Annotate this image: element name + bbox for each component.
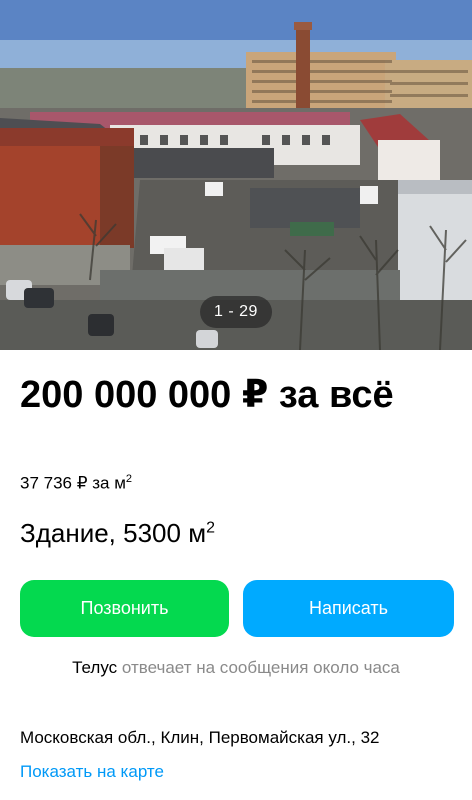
seller-reply-note: Телус отвечает на сообщения около часа [0, 658, 472, 678]
call-button[interactable]: Позвонить [20, 580, 229, 637]
price: 200 000 000 ₽ за всё [20, 374, 394, 416]
price-per-m2-unit-sup: 2 [125, 473, 133, 485]
photo-counter: 1 - 29 [200, 296, 272, 328]
photo-gallery[interactable]: 1 - 29 [0, 0, 472, 350]
write-message-button[interactable]: Написать [243, 580, 454, 637]
seller-name: Телус [72, 658, 118, 677]
address: Московская обл., Клин, Первомайская ул.,… [20, 728, 380, 747]
price-per-square-meter: 37 736 ₽ за м2 [20, 473, 132, 494]
price-per-m2-text: 37 736 ₽ за м [20, 473, 126, 493]
reply-time-text: отвечает на сообщения около часа [117, 658, 400, 677]
listing-title-unit-sup: 2 [206, 519, 215, 537]
show-on-map-link[interactable]: Показать на карте [20, 762, 164, 782]
listing-title-text: Здание, 5300 м [20, 518, 207, 548]
listing-title: Здание, 5300 м2 [20, 518, 215, 549]
